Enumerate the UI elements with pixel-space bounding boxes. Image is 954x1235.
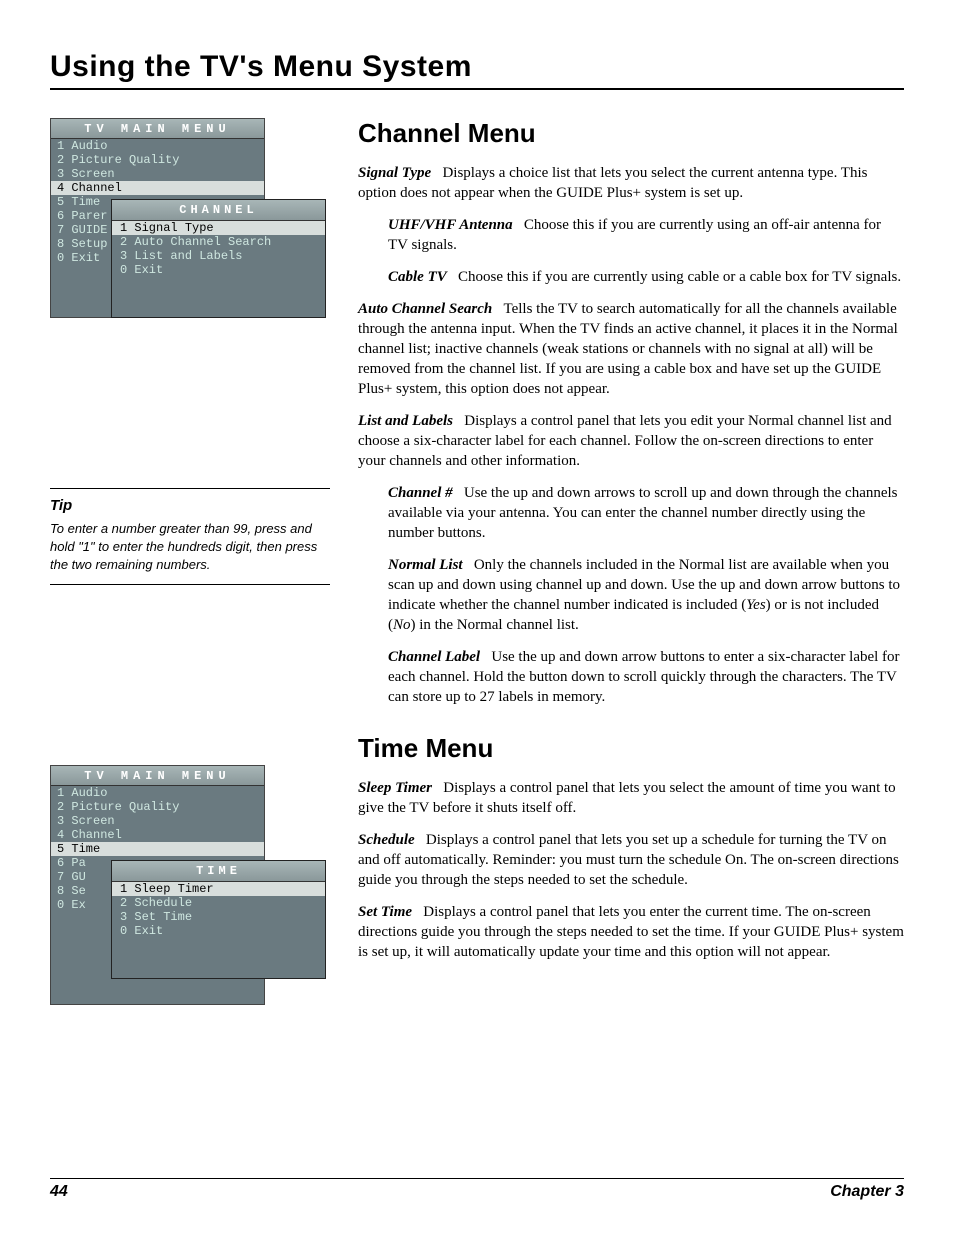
submenu-item: 0 Exit [112, 924, 325, 938]
para-auto-search: Auto Channel Search Tells the TV to sear… [358, 299, 904, 399]
page-title: Using the TV's Menu System [50, 50, 904, 90]
submenu-item: 2 Auto Channel Search [112, 235, 325, 249]
page-number: 44 [50, 1183, 68, 1201]
menu-item-selected: 4 Channel [51, 181, 264, 195]
tv-main-menu-title: TV MAIN MENU [51, 766, 264, 786]
submenu-item: 0 Exit [112, 263, 325, 277]
menu-item: 1 Audio [51, 139, 264, 153]
submenu-title: TIME [112, 861, 325, 882]
chapter-label: Chapter 3 [830, 1183, 904, 1201]
para-channel-label: Channel Label Use the up and down arrow … [388, 647, 904, 707]
submenu-channel: CHANNEL 1 Signal Type 2 Auto Channel Sea… [111, 199, 326, 318]
section-heading-time: Time Menu [358, 733, 904, 764]
menu-item-selected: 5 Time [51, 842, 264, 856]
submenu-item-selected: 1 Signal Type [112, 221, 325, 235]
menu-item: 2 Picture Quality [51, 153, 264, 167]
submenu-item: 3 List and Labels [112, 249, 325, 263]
tv-menu-figure-time: TV MAIN MENU 1 Audio 2 Picture Quality 3… [50, 765, 265, 1005]
submenu-item-selected: 1 Sleep Timer [112, 882, 325, 896]
para-cable: Cable TV Choose this if you are currentl… [388, 267, 904, 287]
tip-heading: Tip [50, 497, 330, 514]
tv-menu-figure-channel: TV MAIN MENU 1 Audio 2 Picture Quality 3… [50, 118, 265, 318]
para-set-time: Set Time Displays a control panel that l… [358, 902, 904, 962]
menu-item: 3 Screen [51, 814, 264, 828]
para-uhf: UHF/VHF Antenna Choose this if you are c… [388, 215, 904, 255]
para-list-labels: List and Labels Displays a control panel… [358, 411, 904, 471]
para-normal-list: Normal List Only the channels included i… [388, 555, 904, 635]
menu-item: 2 Picture Quality [51, 800, 264, 814]
tv-main-menu-title: TV MAIN MENU [51, 119, 264, 139]
menu-item: 4 Channel [51, 828, 264, 842]
submenu-item: 3 Set Time [112, 910, 325, 924]
menu-item: 3 Screen [51, 167, 264, 181]
para-sleep-timer: Sleep Timer Displays a control panel tha… [358, 778, 904, 818]
para-signal-type: Signal Type Displays a choice list that … [358, 163, 904, 203]
section-heading-channel: Channel Menu [358, 118, 904, 149]
tip-text: To enter a number greater than 99, press… [50, 520, 330, 574]
para-schedule: Schedule Displays a control panel that l… [358, 830, 904, 890]
tip-box: Tip To enter a number greater than 99, p… [50, 488, 330, 585]
submenu-time: TIME 1 Sleep Timer 2 Schedule 3 Set Time… [111, 860, 326, 979]
submenu-item: 2 Schedule [112, 896, 325, 910]
para-channel-num: Channel # Use the up and down arrows to … [388, 483, 904, 543]
submenu-title: CHANNEL [112, 200, 325, 221]
menu-item: 1 Audio [51, 786, 264, 800]
